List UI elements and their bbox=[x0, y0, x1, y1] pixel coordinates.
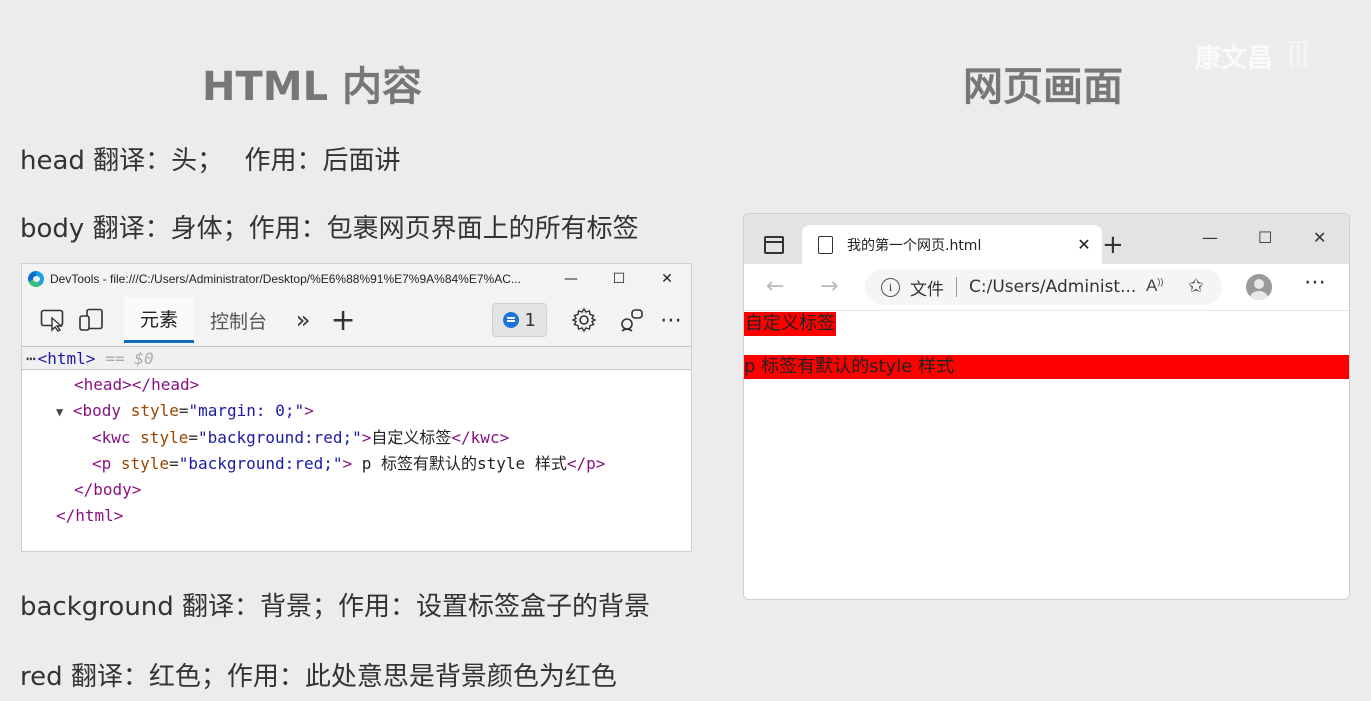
dom-line-p[interactable]: <p style="background:red;"> p 标签有默认的styl… bbox=[22, 451, 691, 477]
browser-close-button[interactable]: ✕ bbox=[1313, 228, 1326, 247]
customize-icon[interactable] bbox=[613, 305, 651, 335]
watermark-signature: ꞁꞁꞁ bbox=[1286, 28, 1311, 68]
tab-console[interactable]: 控制台 bbox=[194, 297, 283, 343]
maximize-button[interactable]: ☐ bbox=[595, 271, 643, 287]
note-background: background 翻译：背景；作用：设置标签盒子的背景 bbox=[20, 592, 651, 622]
custom-kwc-element: 自定义标签 bbox=[744, 312, 836, 336]
profile-avatar[interactable] bbox=[1246, 274, 1272, 300]
back-icon[interactable]: ← bbox=[766, 274, 784, 299]
more-options-icon[interactable]: ⋯ bbox=[651, 308, 691, 333]
address-label: 文件 bbox=[910, 279, 944, 300]
issues-count: 1 bbox=[524, 309, 536, 331]
add-tab-icon[interactable]: + bbox=[323, 303, 363, 338]
selected-element-bar[interactable]: ⋯ <html> == $0 bbox=[22, 346, 691, 370]
selected-hint: == $0 bbox=[105, 348, 154, 368]
browser-more-icon[interactable]: ⋯ bbox=[1304, 270, 1326, 295]
paragraph-element: p 标签有默认的style 样式 bbox=[744, 355, 1349, 379]
read-aloud-icon[interactable]: A)) bbox=[1146, 276, 1163, 296]
issues-badge[interactable]: 1 bbox=[491, 303, 547, 337]
collapse-triangle-icon[interactable]: ▼ bbox=[56, 405, 63, 419]
dom-line-body[interactable]: ▼ <body style="margin: 0;"> bbox=[22, 398, 691, 425]
devtools-title: DevTools - file:///C:/Users/Administrato… bbox=[50, 272, 521, 286]
watermark-logo: 康文昌 bbox=[1195, 44, 1274, 74]
page-icon bbox=[818, 235, 833, 254]
browser-tabbar: 我的第一个网页.html ✕ + — ☐ ✕ bbox=[744, 214, 1349, 264]
address-bar[interactable]: i 文件 C:/Users/Administ... bbox=[865, 269, 1222, 305]
address-bar-row: ← → i 文件 C:/Users/Administ... A)) ✩ ⋯ bbox=[744, 264, 1349, 311]
html-content-heading: HTML 内容 bbox=[202, 64, 422, 110]
browser-minimize-button[interactable]: — bbox=[1202, 228, 1218, 247]
more-tabs-icon[interactable]: » bbox=[283, 306, 323, 334]
note-head: head 翻译：头； 作用：后面讲 bbox=[20, 146, 401, 176]
dom-line-head[interactable]: <head></head> bbox=[22, 372, 691, 398]
browser-tab[interactable]: 我的第一个网页.html ✕ bbox=[802, 225, 1102, 264]
address-url: C:/Users/Administ... bbox=[969, 277, 1137, 297]
devtools-toolbar: 元素 控制台 » + 1 ⋯ bbox=[22, 294, 691, 346]
page-viewport: 自定义标签 p 标签有默认的style 样式 bbox=[744, 311, 1349, 599]
dom-tree: <head></head> ▼ <body style="margin: 0;"… bbox=[22, 370, 691, 529]
dom-line-kwc[interactable]: <kwc style="background:red;">自定义标签</kwc> bbox=[22, 425, 691, 451]
tab-elements[interactable]: 元素 bbox=[124, 297, 195, 343]
new-tab-icon[interactable]: + bbox=[1102, 230, 1124, 260]
dom-line-html-close[interactable]: </html> bbox=[22, 503, 691, 529]
edge-logo-icon bbox=[28, 271, 44, 287]
dom-line-body-close[interactable]: </body> bbox=[22, 477, 691, 503]
info-icon[interactable]: i bbox=[881, 277, 900, 297]
browser-maximize-button[interactable]: ☐ bbox=[1258, 228, 1272, 247]
settings-gear-icon[interactable] bbox=[565, 305, 603, 335]
inspect-element-icon[interactable] bbox=[34, 305, 72, 335]
forward-icon[interactable]: → bbox=[820, 274, 838, 299]
tab-title: 我的第一个网页.html bbox=[847, 237, 982, 254]
favorites-add-icon[interactable]: ✩ bbox=[1188, 275, 1204, 297]
webpage-view-heading: 网页画面 bbox=[963, 64, 1123, 110]
close-button[interactable]: ✕ bbox=[643, 271, 691, 287]
devtools-titlebar: DevTools - file:///C:/Users/Administrato… bbox=[22, 264, 691, 294]
note-red: red 翻译：红色；作用：此处意思是背景颜色为红色 bbox=[20, 662, 617, 692]
devtools-window: DevTools - file:///C:/Users/Administrato… bbox=[21, 263, 692, 552]
device-emulation-icon[interactable] bbox=[72, 305, 110, 335]
note-body: body 翻译：身体；作用：包裹网页界面上的所有标签 bbox=[20, 214, 639, 244]
message-icon bbox=[502, 312, 519, 328]
browser-window: 我的第一个网页.html ✕ + — ☐ ✕ ← → i 文件 C:/Users… bbox=[743, 213, 1350, 600]
minimize-button[interactable]: — bbox=[547, 271, 595, 287]
selected-html-tag: <html> bbox=[37, 348, 96, 368]
tab-actions-icon[interactable] bbox=[764, 236, 784, 254]
ellipsis-icon: ⋯ bbox=[26, 348, 36, 368]
tab-close-icon[interactable]: ✕ bbox=[1066, 235, 1102, 254]
